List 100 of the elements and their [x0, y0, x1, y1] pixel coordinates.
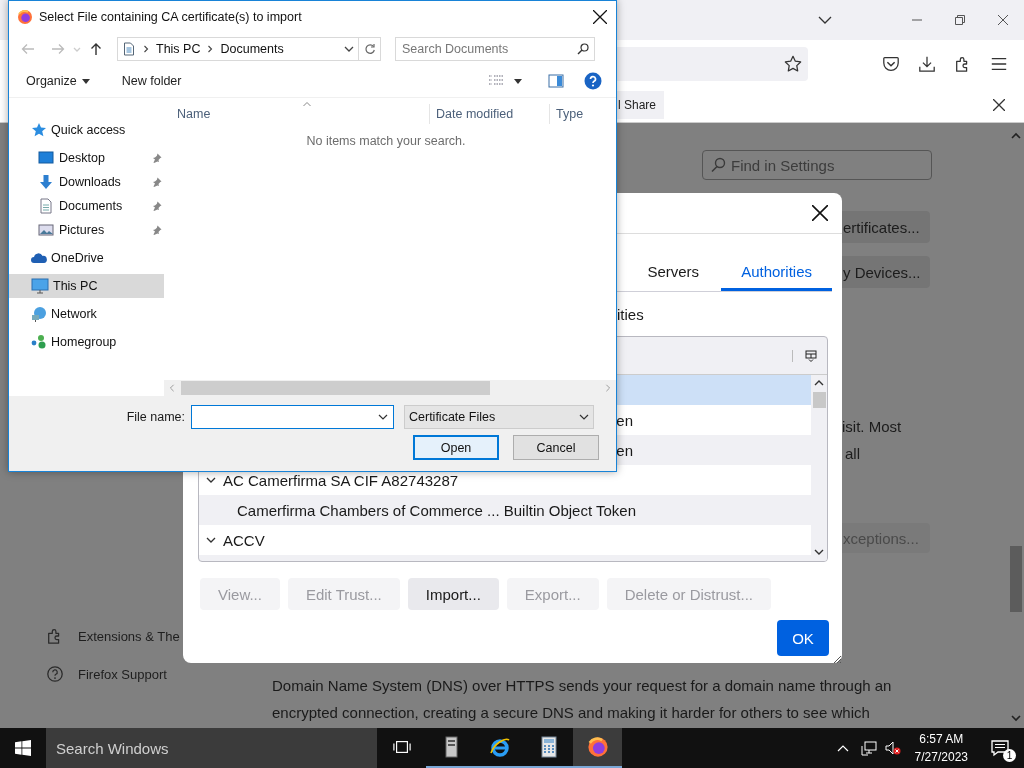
network-icon[interactable]	[860, 740, 877, 756]
globe-ring-icon	[488, 736, 511, 758]
task-view-icon	[392, 738, 411, 756]
nav-item[interactable]: Network	[9, 302, 164, 326]
ok-button[interactable]: OK	[777, 620, 829, 656]
star-icon[interactable]	[784, 55, 802, 73]
scroll-up-icon	[814, 378, 824, 388]
empty-message: No items match your search.	[305, 134, 467, 148]
chevron-icon[interactable]	[206, 475, 216, 485]
tab[interactable]: Servers	[625, 255, 722, 291]
dropdown-icon[interactable]	[344, 44, 354, 54]
tree-row[interactable]: ACCV	[199, 525, 811, 555]
row-text: en	[616, 411, 633, 429]
refresh-button[interactable]	[359, 37, 381, 61]
dropdown-icon	[579, 412, 589, 422]
caret-icon[interactable]	[514, 78, 522, 84]
close-icon[interactable]	[993, 99, 1005, 111]
row-text: en	[616, 441, 633, 459]
section-heading: ities	[616, 306, 645, 325]
search-icon	[710, 157, 726, 173]
scroll-thumb[interactable]	[812, 392, 826, 408]
file-type-dropdown[interactable]: Certificate Files	[404, 405, 594, 429]
volume-muted-icon[interactable]	[884, 740, 901, 756]
scrollbar[interactable]	[164, 380, 616, 396]
clock-time[interactable]: 6:57 AM	[919, 730, 964, 748]
dialog-button[interactable]: Import...	[407, 578, 499, 610]
caret-icon	[81, 78, 90, 84]
tab[interactable]: Authorities	[721, 255, 832, 291]
up-icon[interactable]	[89, 42, 103, 56]
breadcrumb-item[interactable]: Documents	[220, 42, 284, 56]
restore-icon[interactable]	[955, 15, 965, 25]
column-picker-icon[interactable]	[792, 349, 817, 362]
notification-count: 1	[1003, 749, 1016, 762]
help-icon[interactable]	[46, 665, 64, 683]
document-icon	[122, 42, 136, 56]
nav-item[interactable]: Documents	[9, 194, 164, 218]
nav-item[interactable]: This PC	[9, 274, 164, 298]
scroll-right-icon	[604, 384, 612, 392]
tab-list-icon[interactable]	[818, 16, 832, 24]
notifications-button[interactable]: 1	[976, 728, 1024, 768]
preview-pane-icon[interactable]	[548, 73, 564, 89]
nav-item[interactable]: Homegroup	[9, 330, 164, 354]
nav-item[interactable]: Downloads	[9, 170, 164, 194]
row-text: Camerfirma Chambers of Commerce ... Builtin Object Token	[237, 501, 637, 519]
address-field[interactable]: This PC Documents	[117, 37, 359, 61]
sidebar-link[interactable]: Extensions & The	[78, 628, 180, 644]
column-header[interactable]: Type	[550, 104, 584, 124]
scroll-left-icon	[168, 384, 176, 392]
nav-item[interactable]: OneDrive	[9, 246, 164, 270]
cloud-icon	[31, 250, 47, 266]
pocket-icon[interactable]	[882, 55, 900, 73]
sidebar-link[interactable]: Firefox Support	[78, 666, 167, 682]
search-icon	[577, 43, 589, 55]
clock-date[interactable]: 7/27/2023	[914, 748, 968, 766]
search-field[interactable]: Search Windows	[46, 728, 377, 768]
chevron-icon[interactable]	[206, 535, 216, 545]
menu-icon[interactable]	[990, 55, 1008, 73]
help-icon[interactable]	[584, 72, 602, 90]
homegroup-icon	[31, 334, 47, 350]
picture-icon	[38, 222, 54, 238]
monitor-icon	[31, 277, 49, 295]
scroll-up-icon	[1011, 131, 1021, 141]
refresh-icon	[363, 43, 376, 55]
message-icon	[991, 739, 1009, 757]
star-icon	[31, 122, 47, 138]
desktop-icon	[38, 150, 54, 166]
chevron-icon	[142, 45, 150, 53]
toolbar-button[interactable]: Organize	[19, 74, 97, 88]
windows-logo-icon	[15, 740, 31, 756]
download-icon[interactable]	[918, 55, 936, 73]
window-title: Select File containing CA certificate(s) to import	[39, 10, 302, 24]
firefox-icon	[17, 9, 33, 25]
toolbar-button[interactable]: New folder	[114, 74, 189, 88]
column-header[interactable]: Date modified	[430, 104, 550, 124]
settings-button[interactable]: y Devices...	[842, 256, 930, 288]
dialog-button[interactable]: Open	[413, 435, 499, 460]
column-header[interactable]: Name	[164, 104, 430, 124]
dialog-button[interactable]: Cancel	[513, 435, 599, 460]
close-icon[interactable]	[812, 205, 828, 221]
download-arrow-icon	[38, 174, 54, 190]
chevron-icon	[206, 45, 215, 53]
breadcrumb-item[interactable]: This PC	[156, 42, 201, 56]
scroll-thumb[interactable]	[181, 381, 490, 395]
settings-button[interactable]: ertificates...	[842, 211, 930, 243]
search-field[interactable]: Find in Settings	[702, 150, 932, 180]
dropdown-icon[interactable]	[378, 412, 388, 422]
resize-grip-icon	[832, 654, 842, 664]
description-text: all	[844, 444, 860, 464]
firefox-icon	[586, 736, 609, 758]
nav-item[interactable]: Pictures	[9, 218, 164, 242]
close-icon[interactable]	[593, 10, 607, 24]
description-paragraph: Domain Name System (DNS) over HTTPS sends your request for a domain name through an encrypted connection, creating a secure DNS and making it harder for others to see which	[272, 676, 893, 723]
close-icon[interactable]	[997, 15, 1008, 25]
document-icon	[38, 198, 54, 214]
network-icon	[31, 306, 47, 322]
nav-item[interactable]: Quick access	[9, 118, 164, 142]
sort-caret-icon	[303, 100, 311, 108]
nav-item[interactable]: Desktop	[9, 146, 164, 170]
scroll-thumb[interactable]	[1010, 546, 1022, 612]
file-name-field[interactable]	[191, 405, 394, 429]
